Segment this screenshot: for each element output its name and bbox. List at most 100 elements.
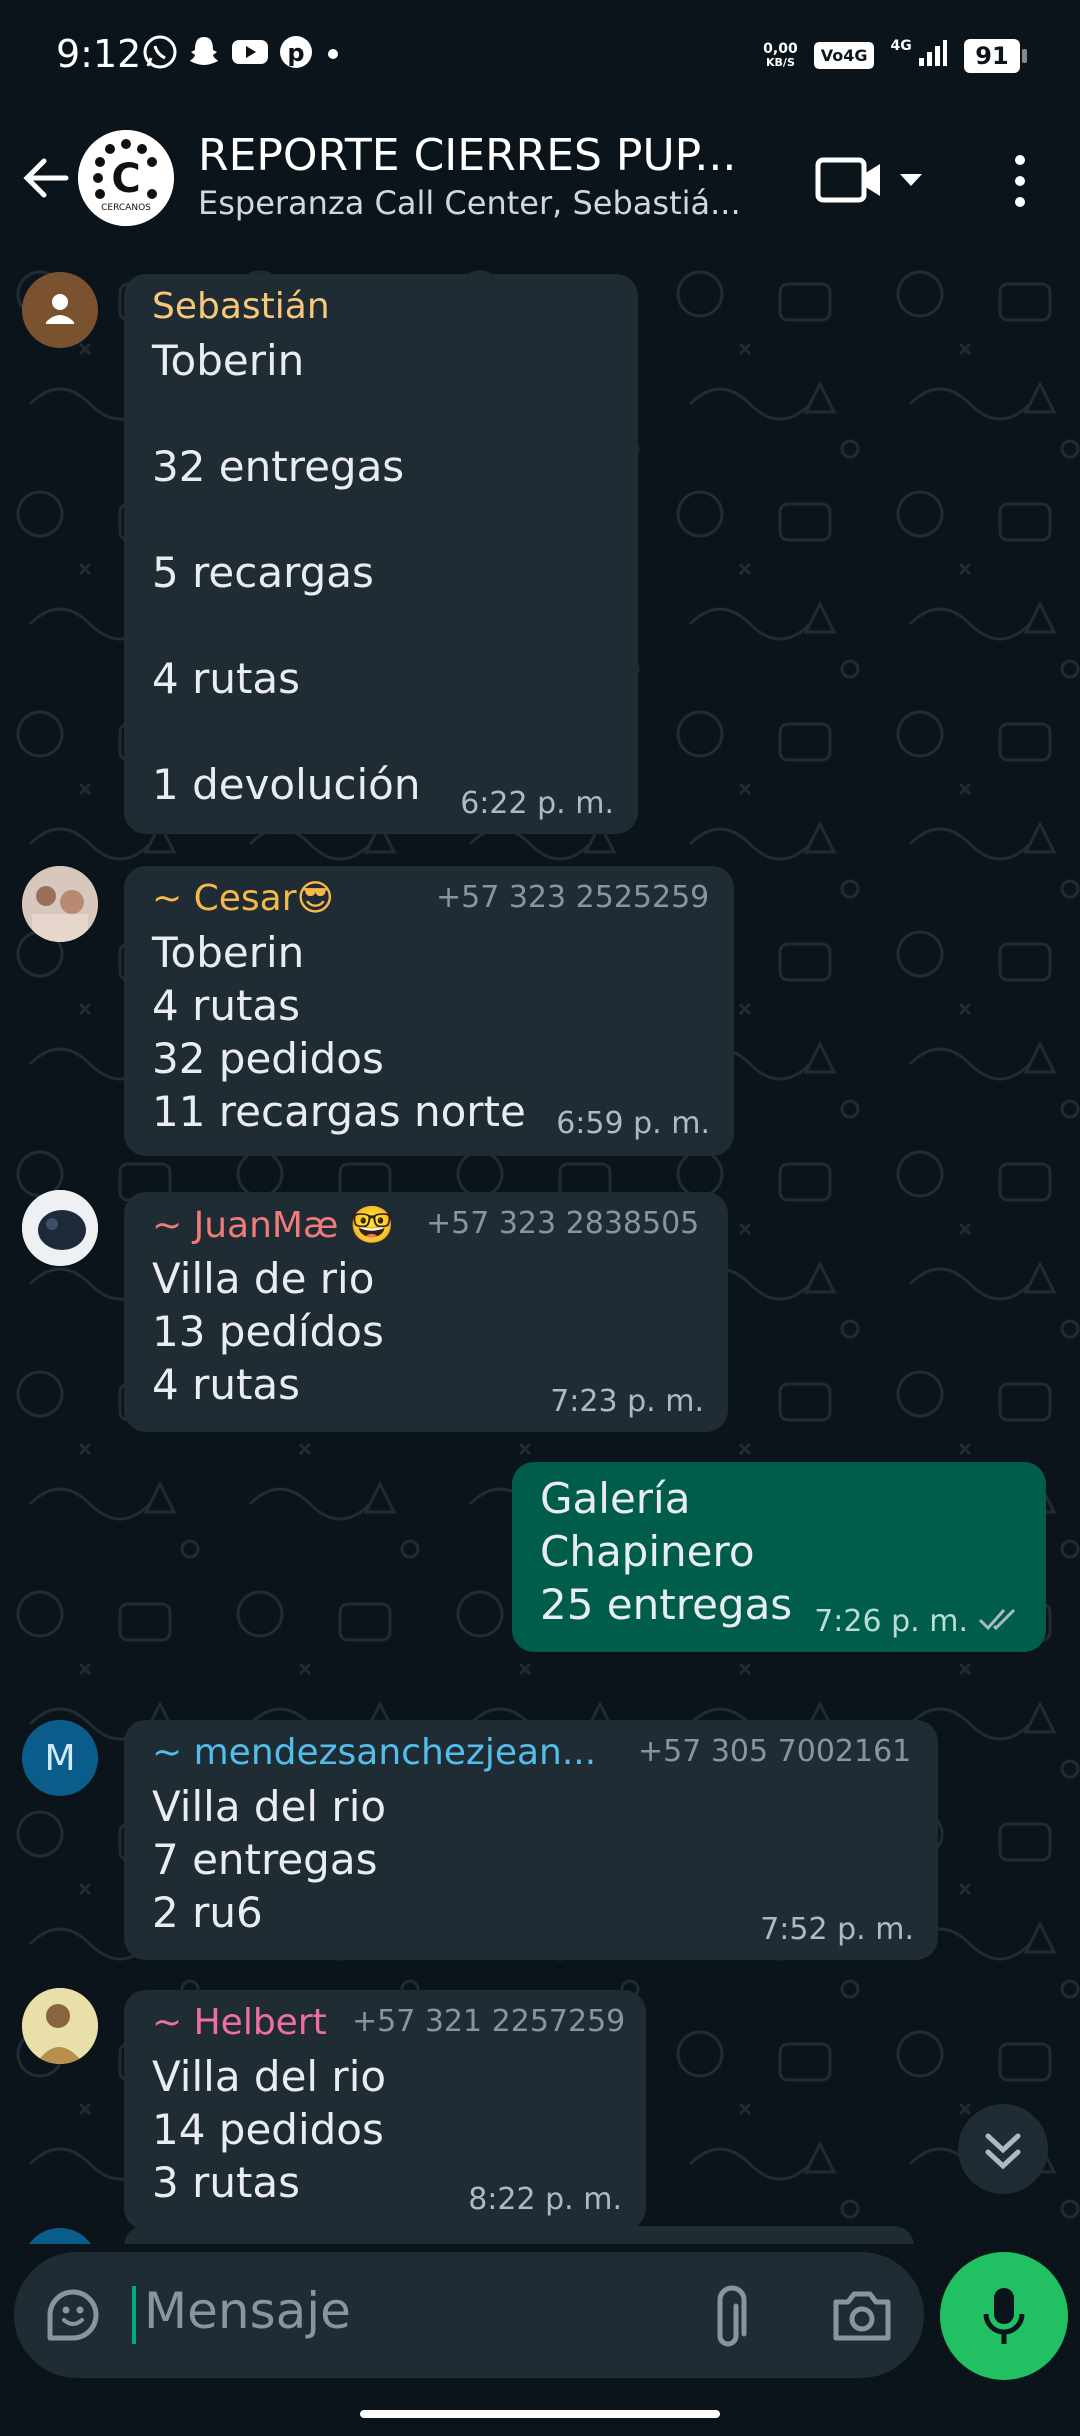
- message-line: 32 pedidos: [152, 1034, 384, 1083]
- scroll-to-bottom-button[interactable]: [958, 2104, 1048, 2194]
- message-line: 14 pedidos: [152, 2105, 384, 2154]
- double-chevron-down-icon: [985, 2133, 1021, 2170]
- message-phone[interactable]: +57 323 2525259: [436, 880, 709, 915]
- message-line: 25 entregas: [540, 1580, 793, 1629]
- system-indicators: 0,00 KB/S Vo4G 4G 91: [763, 38, 1027, 73]
- message-line: 4 rutas: [152, 1360, 301, 1409]
- user-photo: [22, 1190, 98, 1266]
- message-line: 11 recargas norte: [152, 1087, 526, 1136]
- message-sender[interactable]: ~ Helbert: [152, 2002, 327, 2043]
- message-input[interactable]: Mensaje: [144, 2282, 351, 2340]
- message-sender[interactable]: ~ mendezsanchezjean...: [152, 1732, 596, 1773]
- status-bar: 9:12 p 0,00 KB/S Vo4G 4G 91: [0, 0, 1080, 110]
- message-time: 6:22 p. m.: [460, 786, 614, 821]
- microphone-icon: [983, 2288, 1025, 2344]
- group-avatar[interactable]: C CERCANOS: [78, 130, 174, 226]
- message-phone[interactable]: +57 305 7002161: [638, 1734, 911, 1769]
- camera-button[interactable]: [830, 2286, 894, 2344]
- message-sender[interactable]: ~ JuanMæ 🤓: [152, 1204, 395, 1246]
- message-line: 2 ru6: [152, 1888, 263, 1937]
- svg-text:p: p: [287, 39, 304, 67]
- group-avatar-text: CERCANOS: [101, 203, 151, 213]
- avatar[interactable]: [22, 866, 98, 942]
- battery-indicator: 91: [964, 38, 1027, 73]
- voice-message-button[interactable]: [940, 2252, 1068, 2380]
- pinterest-icon: p: [278, 34, 314, 74]
- double-check-read-icon: [978, 1608, 1016, 1631]
- message-line: 4 rutas: [152, 654, 301, 703]
- message-bubble-partial[interactable]: [124, 2226, 914, 2244]
- more-options-button[interactable]: [1000, 146, 1040, 216]
- user-photo: [22, 866, 98, 942]
- message-bubble[interactable]: Sebastián Toberin 32 entregas 5 recargas…: [124, 274, 638, 834]
- whatsapp-icon: [142, 34, 178, 74]
- message-line: Villa de rio: [152, 1254, 375, 1303]
- message-time: 8:22 p. m.: [468, 2182, 622, 2217]
- text-cursor: [132, 2286, 136, 2344]
- avatar[interactable]: [22, 1190, 98, 1266]
- avatar[interactable]: [22, 1988, 98, 2064]
- message-phone[interactable]: +57 321 2257259: [352, 2004, 625, 2039]
- message-time: 7:23 p. m.: [550, 1384, 704, 1419]
- network-type: 4G: [890, 38, 912, 54]
- message-bubble[interactable]: ~ mendezsanchezjean... +57 305 7002161 V…: [124, 1720, 938, 1960]
- chat-messages[interactable]: Sebastián Toberin 32 entregas 5 recargas…: [0, 254, 1080, 2244]
- message-time: 6:59 p. m.: [556, 1106, 710, 1141]
- message-line: Toberin: [152, 336, 305, 385]
- outgoing-message-bubble[interactable]: Galería Chapinero 25 entregas 7:26 p. m.: [512, 1462, 1046, 1652]
- signal-bars-icon: [919, 40, 947, 66]
- message-line: 1 devolución: [152, 760, 421, 809]
- message-line: 32 entregas: [152, 442, 405, 491]
- message-sender[interactable]: Sebastián: [152, 286, 330, 327]
- three-dots-vertical-icon: [1015, 155, 1025, 207]
- message-line: 7 entregas: [152, 1835, 378, 1884]
- youtube-icon: [230, 34, 270, 74]
- back-button[interactable]: [16, 148, 76, 208]
- message-bubble[interactable]: ~ Helbert +57 321 2257259 Villa del rio …: [124, 1990, 646, 2230]
- camera-icon: [833, 2291, 891, 2341]
- message-phone[interactable]: +57 323 2838505: [426, 1206, 699, 1241]
- message-line: Galería: [540, 1474, 691, 1523]
- svg-text:C: C: [111, 156, 140, 202]
- paperclip-icon: [717, 2285, 747, 2347]
- video-call-button[interactable]: [814, 150, 934, 210]
- arrow-left-icon: [23, 158, 69, 198]
- message-line: Toberin: [152, 928, 305, 977]
- sticker-icon: [47, 2289, 99, 2341]
- message-bubble[interactable]: ~ JuanMæ 🤓 +57 323 2838505 Villa de rio …: [124, 1192, 728, 1432]
- message-line: 13 pedídos: [152, 1307, 384, 1356]
- signal-indicator: 4G: [890, 38, 948, 73]
- sticker-emoji-button[interactable]: [42, 2284, 104, 2346]
- default-user-icon: [46, 294, 74, 324]
- video-camera-icon: [815, 157, 922, 203]
- message-line: Villa del rio: [152, 2052, 387, 2101]
- message-time: 7:52 p. m.: [760, 1912, 914, 1947]
- message-line: 4 rutas: [152, 981, 301, 1030]
- message-line: 5 recargas: [152, 548, 374, 597]
- chat-header: C CERCANOS REPORTE CIERRES PUP... Espera…: [0, 110, 1080, 254]
- group-title[interactable]: REPORTE CIERRES PUP...: [198, 130, 736, 181]
- message-line: Chapinero: [540, 1527, 755, 1576]
- avatar-letter: M: [44, 1737, 76, 1779]
- status-time: 9:12: [56, 32, 142, 76]
- message-line: 3 rutas: [152, 2158, 301, 2207]
- home-indicator[interactable]: [360, 2410, 720, 2418]
- avatar[interactable]: M: [22, 1720, 98, 1796]
- volte-badge: Vo4G: [813, 42, 875, 69]
- message-time: 7:26 p. m.: [814, 1604, 968, 1639]
- network-speed-unit: KB/S: [766, 55, 795, 69]
- avatar[interactable]: [22, 272, 98, 348]
- snapchat-icon: [186, 34, 222, 74]
- notification-icons: p: [142, 34, 338, 74]
- user-photo: [22, 1988, 98, 2064]
- message-bubble[interactable]: ~ Cesar😎 +57 323 2525259 Toberin 4 rutas…: [124, 866, 734, 1156]
- message-sender[interactable]: ~ Cesar😎: [152, 878, 334, 919]
- network-speed: 0,00 KB/S: [763, 42, 798, 70]
- group-participants[interactable]: Esperanza Call Center, Sebastiá...: [198, 184, 741, 222]
- message-composer: Mensaje: [14, 2252, 924, 2378]
- more-notifications-dot: [328, 49, 338, 59]
- message-line: Villa del rio: [152, 1782, 387, 1831]
- network-speed-value: 0,00: [763, 40, 798, 57]
- chevron-down-icon: [900, 174, 922, 186]
- attach-button[interactable]: [704, 2282, 760, 2348]
